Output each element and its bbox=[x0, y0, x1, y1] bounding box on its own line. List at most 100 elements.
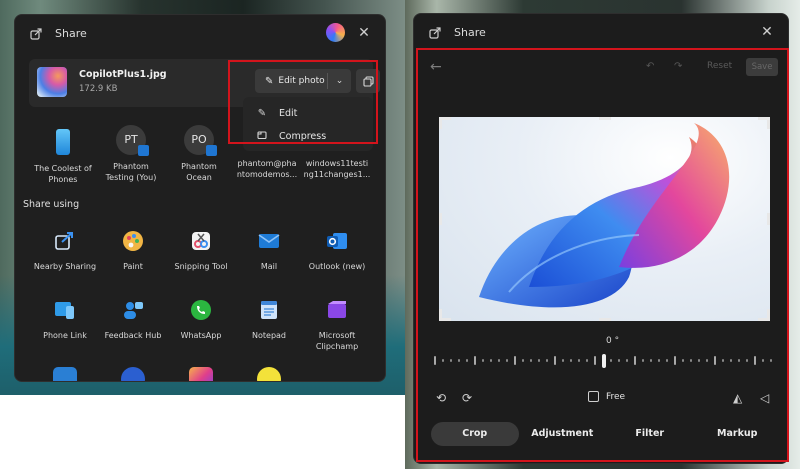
copy-icon bbox=[362, 75, 374, 87]
screenshot-stage: Share ✕ CopilotPlus1.jpg 172.9 KB ✎ Edit… bbox=[0, 0, 800, 469]
ruler-tick bbox=[450, 359, 452, 362]
close-icon[interactable]: ✕ bbox=[355, 24, 373, 42]
tab-markup[interactable]: Markup bbox=[694, 422, 782, 446]
app-label: Notepad bbox=[252, 331, 286, 340]
rotate-left-icon[interactable]: ⟲ bbox=[436, 391, 446, 405]
ruler-tick bbox=[682, 359, 684, 362]
app-paint[interactable]: Paint bbox=[97, 229, 169, 272]
flip-vertical-icon[interactable]: ◁ bbox=[760, 391, 769, 405]
ruler-tick bbox=[698, 359, 700, 362]
share-icon bbox=[428, 25, 442, 39]
aspect-ratio-button[interactable]: Free bbox=[588, 391, 625, 402]
app-mail[interactable]: Mail bbox=[233, 229, 305, 272]
ruler-tick bbox=[562, 359, 564, 362]
app-label: Snipping Tool bbox=[174, 262, 228, 271]
app-clipchamp[interactable]: Microsoft Clipchamp bbox=[301, 298, 373, 352]
copy-button[interactable] bbox=[356, 69, 380, 93]
app-partial[interactable] bbox=[29, 367, 101, 381]
nearby-sharing-icon bbox=[53, 229, 77, 253]
contact-item[interactable]: phantom@pha ntomodemos... bbox=[231, 158, 303, 180]
close-icon[interactable]: ✕ bbox=[758, 23, 776, 41]
ruler-tick bbox=[506, 359, 508, 362]
app-notepad[interactable]: Notepad bbox=[233, 298, 305, 341]
avatar-initials: PO bbox=[191, 133, 207, 146]
contact-line1: windows11testi bbox=[305, 159, 369, 168]
ruler-tick bbox=[530, 359, 532, 362]
crop-handle-bottom-left[interactable] bbox=[439, 309, 451, 321]
redo-icon[interactable]: ↷ bbox=[674, 61, 682, 72]
app-label: Feedback Hub bbox=[104, 331, 162, 340]
ruler-tick bbox=[466, 359, 468, 362]
edit-photo-dropdown: ✎ Edit Compress bbox=[243, 97, 373, 151]
compress-icon bbox=[255, 130, 269, 143]
ruler-tick bbox=[738, 359, 740, 362]
menu-item-edit[interactable]: ✎ Edit bbox=[243, 102, 373, 124]
share-icon bbox=[29, 26, 43, 40]
ruler-tick bbox=[442, 359, 444, 362]
undo-icon[interactable]: ↶ bbox=[646, 61, 654, 72]
avatar: PT bbox=[116, 125, 149, 156]
photo-canvas[interactable] bbox=[439, 117, 770, 321]
app-label: Phone Link bbox=[43, 331, 87, 340]
copilot-icon[interactable] bbox=[326, 23, 345, 42]
rotation-slider[interactable] bbox=[432, 354, 777, 368]
ruler-tick bbox=[546, 359, 548, 362]
app-label: Paint bbox=[123, 262, 143, 271]
app-label-line2: Clipchamp bbox=[315, 342, 359, 351]
crop-handle-top-left[interactable] bbox=[439, 117, 451, 129]
ruler-tick bbox=[762, 359, 764, 362]
app-feedback-hub[interactable]: Feedback Hub bbox=[97, 298, 169, 341]
ruler-tick bbox=[666, 359, 668, 362]
app-snipping-tool[interactable]: Snipping Tool bbox=[165, 229, 237, 272]
pencil-icon: ✎ bbox=[265, 75, 274, 87]
contact-line2: ntomodemos... bbox=[236, 170, 298, 179]
rotate-right-icon[interactable]: ⟳ bbox=[462, 391, 472, 405]
edit-photo-button[interactable]: ✎ Edit photo bbox=[255, 69, 327, 93]
flip-horizontal-icon[interactable]: ◭ bbox=[733, 391, 742, 405]
ruler-tick bbox=[642, 359, 644, 362]
aspect-ratio-icon bbox=[588, 391, 599, 402]
reset-button[interactable]: Reset bbox=[707, 61, 732, 71]
crop-handle-right[interactable] bbox=[767, 213, 770, 225]
app-partial[interactable] bbox=[233, 367, 305, 381]
ruler-tick bbox=[706, 359, 708, 362]
contact-line1: Phantom bbox=[113, 162, 149, 171]
menu-item-compress[interactable]: Compress bbox=[243, 125, 373, 147]
contact-item[interactable]: PO Phantom Ocean bbox=[163, 125, 235, 183]
app-phone-link[interactable]: Phone Link bbox=[29, 298, 101, 341]
pencil-icon: ✎ bbox=[257, 107, 267, 119]
app-partial[interactable] bbox=[97, 367, 169, 381]
ruler-tick bbox=[770, 359, 772, 362]
edit-photo-label: Edit photo bbox=[278, 76, 325, 86]
contact-item[interactable]: The Coolest of Phones bbox=[27, 127, 99, 185]
crop-handle-bottom-right[interactable] bbox=[758, 309, 770, 321]
outlook-badge-icon bbox=[206, 145, 217, 156]
snapchat-icon bbox=[257, 367, 281, 381]
crop-handle-top[interactable] bbox=[599, 117, 611, 120]
save-button[interactable]: Save bbox=[746, 58, 778, 76]
tab-crop[interactable]: Crop bbox=[431, 422, 519, 446]
app-label: Mail bbox=[260, 262, 278, 271]
chevron-down-icon[interactable]: ⌄ bbox=[328, 76, 351, 86]
app-label: Microsoft bbox=[318, 331, 356, 340]
ruler-tick bbox=[474, 356, 476, 365]
ruler-tick bbox=[594, 356, 596, 365]
app-label: Outlook (new) bbox=[308, 262, 366, 271]
outlook-badge-icon bbox=[138, 145, 149, 156]
app-partial[interactable] bbox=[165, 367, 237, 381]
back-arrow-icon[interactable]: ← bbox=[430, 59, 442, 75]
contact-item[interactable]: PT Phantom Testing (You) bbox=[95, 125, 167, 183]
crop-handle-top-right[interactable] bbox=[758, 117, 770, 129]
outlook-icon bbox=[325, 229, 349, 253]
app-whatsapp[interactable]: WhatsApp bbox=[165, 298, 237, 341]
snipping-tool-icon bbox=[189, 229, 213, 253]
rotation-slider-thumb[interactable] bbox=[602, 354, 606, 368]
crop-handle-bottom[interactable] bbox=[599, 318, 611, 321]
contact-item[interactable]: windows11testi ng11changes1... bbox=[301, 158, 373, 180]
crop-handle-left[interactable] bbox=[439, 213, 442, 225]
ruler-tick bbox=[570, 359, 572, 362]
tab-filter[interactable]: Filter bbox=[606, 422, 694, 446]
app-outlook-new[interactable]: Outlook (new) bbox=[301, 229, 373, 272]
app-nearby-sharing[interactable]: Nearby Sharing bbox=[29, 229, 101, 272]
tab-adjustment[interactable]: Adjustment bbox=[519, 422, 607, 446]
